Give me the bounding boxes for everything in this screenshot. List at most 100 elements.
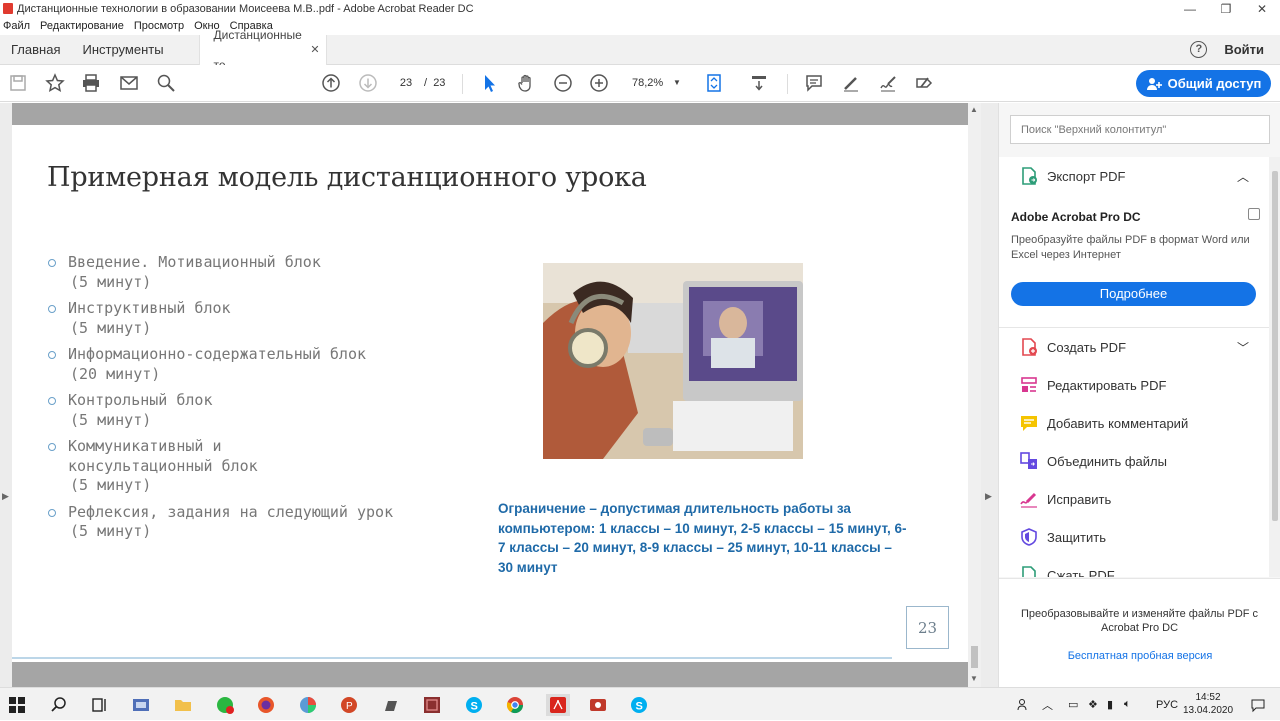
tools-search-input[interactable]: [1010, 115, 1270, 144]
tab-tools[interactable]: Инструменты: [71, 35, 174, 65]
task-view-icon[interactable]: [88, 694, 110, 716]
tool-fill-sign[interactable]: Исправить: [999, 480, 1269, 518]
page-gap-top: [12, 103, 968, 125]
menu-bar: Файл Редактирование Просмотр Окно Справк…: [0, 17, 1280, 35]
print-icon[interactable]: [80, 72, 102, 94]
bullet-circle-icon: [48, 351, 56, 359]
sign-icon[interactable]: [877, 72, 899, 94]
expand-left-panel-icon[interactable]: ▶: [2, 491, 9, 502]
scroll-up-icon[interactable]: ▲: [970, 105, 978, 114]
notifications-icon[interactable]: [1250, 688, 1266, 721]
battery-icon[interactable]: ▭: [1068, 688, 1078, 721]
save-icon[interactable]: [7, 72, 29, 94]
editor-app-icon[interactable]: [380, 694, 402, 716]
main-toolbar: 23 / 23 78,2% ▼ Общий доступ: [0, 65, 1280, 102]
find-icon[interactable]: [155, 72, 177, 94]
show-hidden-icons[interactable]: ︿: [1042, 688, 1053, 721]
minimize-button[interactable]: —: [1172, 2, 1208, 16]
export-pdf-header[interactable]: Экспорт PDF ︿: [999, 157, 1269, 195]
page-number-input[interactable]: 23: [393, 74, 419, 92]
tool-compress-pdf[interactable]: Сжать PDF: [999, 556, 1269, 577]
tab-home[interactable]: Главная: [0, 35, 71, 65]
tool-create-pdf[interactable]: Создать PDF ﹀: [999, 328, 1269, 366]
tool-add-comment[interactable]: Добавить комментарий: [999, 404, 1269, 442]
list-item: Контрольный блок (5 минут): [48, 391, 468, 430]
network-icon[interactable]: ▮: [1107, 688, 1113, 721]
protect-icon: [1021, 528, 1037, 546]
toolbar-divider: [787, 74, 788, 94]
people-icon[interactable]: [1016, 688, 1032, 721]
picasa-icon[interactable]: [297, 694, 319, 716]
skype-icon[interactable]: S: [628, 694, 650, 716]
firefox-icon[interactable]: [255, 694, 277, 716]
scroll-mode-icon[interactable]: [748, 72, 770, 94]
help-icon[interactable]: ?: [1190, 41, 1208, 58]
fit-page-icon[interactable]: [703, 72, 725, 94]
select-cursor-icon[interactable]: [478, 72, 500, 94]
windows-start-icon[interactable]: [6, 694, 28, 716]
svg-text:S: S: [636, 701, 643, 713]
volume-icon[interactable]: 🔈︎: [1124, 688, 1131, 721]
zoom-out-icon[interactable]: [552, 72, 574, 94]
file-explorer-icon[interactable]: [172, 694, 194, 716]
tools-pane-scroll-thumb[interactable]: [1272, 171, 1278, 521]
system-clock[interactable]: 14:52 13.04.2020: [1180, 691, 1236, 717]
tool-edit-pdf[interactable]: Редактировать PDF: [999, 366, 1269, 404]
highlight-pen-icon[interactable]: [840, 72, 862, 94]
media-app-icon[interactable]: [587, 694, 609, 716]
dropbox-icon[interactable]: ❖: [1088, 688, 1098, 721]
next-page-icon[interactable]: [357, 72, 379, 94]
collapse-right-panel-icon[interactable]: ▶: [985, 491, 992, 502]
scroll-down-icon[interactable]: ▼: [970, 674, 978, 683]
create-pdf-icon: [1022, 338, 1037, 356]
slide-photo: [543, 263, 803, 459]
menu-edit[interactable]: Редактирование: [40, 20, 124, 32]
chevron-down-icon[interactable]: ﹀: [1237, 339, 1249, 356]
learn-more-button[interactable]: Подробнее: [1011, 282, 1256, 306]
zoom-level[interactable]: 78,2%: [632, 74, 663, 92]
tools-list: Создать PDF ﹀ Редактировать PDF Добавить…: [999, 327, 1269, 577]
signin-button[interactable]: Войти: [1224, 42, 1264, 57]
zoom-in-icon[interactable]: [588, 72, 610, 94]
tools-pane-scrollbar[interactable]: [1269, 157, 1280, 577]
free-trial-link[interactable]: Бесплатная пробная версия: [999, 650, 1280, 662]
menu-file[interactable]: Файл: [3, 20, 30, 32]
maximize-button[interactable]: ❐: [1208, 2, 1244, 16]
bookmark-star-icon[interactable]: [44, 72, 66, 94]
close-window-button[interactable]: ✕: [1244, 2, 1280, 16]
chevron-up-icon[interactable]: ︿: [1237, 168, 1249, 185]
search-icon[interactable]: [48, 694, 70, 716]
fill-sign-icon: [1020, 492, 1037, 508]
share-button[interactable]: Общий доступ: [1136, 70, 1271, 97]
tool-protect[interactable]: Защитить: [999, 518, 1269, 556]
reader-app-icon[interactable]: [421, 694, 443, 716]
hand-tool-icon[interactable]: [515, 72, 537, 94]
skype-icon[interactable]: S: [463, 694, 485, 716]
close-tab-icon[interactable]: ✕: [310, 35, 319, 65]
copy-icon[interactable]: [1248, 208, 1260, 220]
svg-text:S: S: [471, 701, 478, 713]
tool-combine-files[interactable]: Объединить файлы: [999, 442, 1269, 480]
previous-page-icon[interactable]: [320, 72, 342, 94]
time-limit-note: Ограничение – допустимая длительность ра…: [498, 501, 907, 575]
scrollbar-thumb[interactable]: [971, 646, 978, 668]
tab-document[interactable]: Дистанционные те... ✕: [198, 28, 327, 72]
powerpoint-icon[interactable]: P: [338, 694, 360, 716]
whatsapp-icon[interactable]: [214, 694, 236, 716]
email-icon[interactable]: [118, 72, 140, 94]
pro-upsell: Преобразовывайте и изменяйте файлы PDF с…: [999, 578, 1280, 687]
document-scrollbar[interactable]: ▲ ▼: [968, 103, 981, 687]
input-language[interactable]: РУС: [1156, 688, 1178, 721]
chrome-icon[interactable]: [504, 694, 526, 716]
app-icon[interactable]: [130, 694, 152, 716]
comment-icon[interactable]: [803, 72, 825, 94]
menu-view[interactable]: Просмотр: [134, 20, 184, 32]
fill-sign-icon[interactable]: [913, 72, 935, 94]
acrobat-reader-taskbar-icon[interactable]: [546, 694, 570, 716]
document-viewport[interactable]: Примерная модель дистанционного урока Вв…: [0, 103, 998, 687]
page-footer-rule: [12, 657, 892, 659]
zoom-dropdown-icon[interactable]: ▼: [673, 74, 681, 92]
bullet-circle-icon: [48, 397, 56, 405]
list-item: Инструктивный блок (5 минут): [48, 299, 468, 338]
export-pdf-icon: [1022, 167, 1037, 185]
